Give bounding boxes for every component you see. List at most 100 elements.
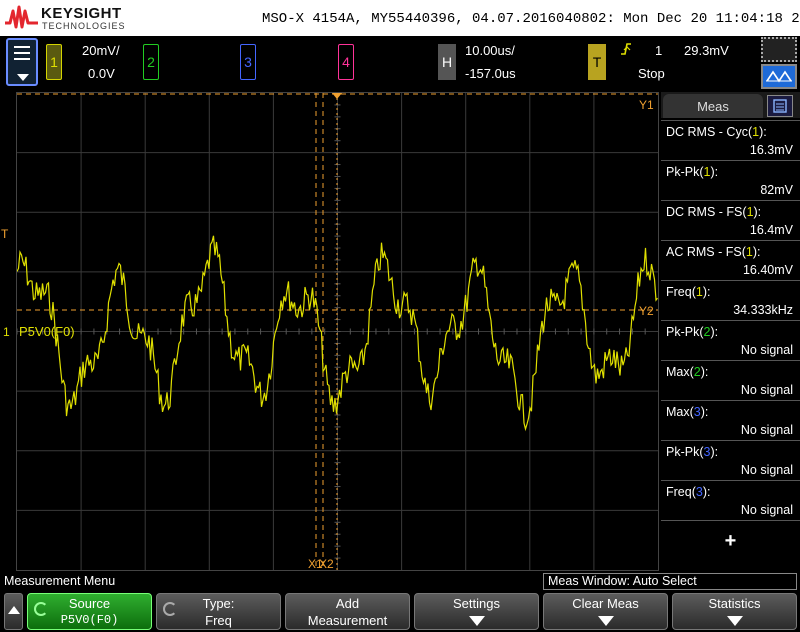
measurement-name: Freq(3): [666,485,710,499]
trigger-position-marker [332,93,342,99]
cursor-x2-label[interactable]: X2 [319,557,334,571]
measurement-name: Freq(1): [666,285,710,299]
measurement-name-suffix: ): [753,205,762,219]
measurement-name-suffix: ): [702,485,711,499]
softkey-source-value: P5V0(F0) [60,613,119,627]
measurement-name-text: Max( [666,405,694,419]
measurement-name-text: Freq( [666,485,696,499]
measurement-name-text: Pk-Pk( [666,165,704,179]
measurement-row[interactable]: Freq(3): No signal [661,480,800,520]
measurement-row[interactable]: Max(3): No signal [661,400,800,440]
measurement-name: Pk-Pk(3): [666,445,718,459]
trigger-source: 1 [655,43,663,58]
measurement-name: DC RMS - FS(1): [666,205,761,219]
channel-2-button[interactable]: 2 [143,44,159,80]
measurement-name-text: AC RMS - FS( [666,245,746,259]
measurement-name-text: Pk-Pk( [666,325,704,339]
softkey-source[interactable]: Source P5V0(F0) [27,593,152,630]
ch1-offset: 0.0V [88,66,115,81]
trigger-button[interactable]: T [588,44,606,80]
measurement-row[interactable]: Pk-Pk(2): No signal [661,320,800,360]
measurement-row[interactable]: DC RMS - Cyc(1): 16.3mV [661,120,800,160]
cursor-y1-label[interactable]: Y1 [639,98,654,112]
measurement-channel: 2 [693,365,701,379]
status-bar: 1 20mV/ 0.0V 2 3 4 H 10.00us/ -157.0us T… [0,36,800,92]
channel-1-button[interactable]: 1 [46,44,62,80]
meas-window-status: Meas Window: Auto Select [543,573,797,590]
softkey-statistics[interactable]: Statistics [672,593,797,630]
menu-title: Measurement Menu [4,574,116,588]
softkey-type-label: Type: [202,596,235,611]
measurement-name: Pk-Pk(1): [666,165,718,179]
waveform-icon [766,70,792,83]
measurement-row[interactable]: Max(2): No signal [661,360,800,400]
measurement-name-suffix: ): [710,165,719,179]
submenu-arrow-icon [726,616,743,626]
softkey-clear-meas[interactable]: Clear Meas [543,593,668,630]
brand-name: KEYSIGHT [41,5,122,22]
horizontal-button[interactable]: H [438,44,456,80]
ch1-ground-marker: 1 [3,325,10,339]
measurement-channel: 1 [695,285,703,299]
ch1-scale: 20mV/ [82,43,120,58]
measurement-panel: Meas DC RMS - Cyc(1): 16.3mV Pk-Pk(1): 82mV… [661,92,800,571]
measurement-name-text: DC RMS - FS( [666,205,747,219]
list-icon [773,99,787,113]
measurement-value: 82mV [760,183,793,197]
measurement-name-text: Pk-Pk( [666,445,704,459]
measurement-name: AC RMS - FS(1): [666,245,760,259]
measurement-value: No signal [740,503,793,517]
measurement-name: Max(3): [666,405,708,419]
measurement-channel: 1 [746,205,754,219]
softkey-source-label: Source [68,596,111,611]
measurement-value: No signal [740,343,793,357]
measurement-row[interactable]: Pk-Pk(1): 82mV [661,160,800,200]
measurement-name-text: Freq( [666,285,696,299]
measurement-value: 34.333kHz [733,303,793,317]
measurement-name-suffix: ): [710,325,719,339]
trace-label: P5V0(F0) [19,324,75,339]
measurement-name: Max(2): [666,365,708,379]
softkey-type-value: Freq [205,613,232,628]
measurement-value: No signal [740,383,793,397]
measurement-row[interactable]: Pk-Pk(3): No signal [661,440,800,480]
touch-select-button[interactable] [761,37,797,62]
measurement-name-suffix: ): [702,285,711,299]
horizontal-scale: 10.00us/ [465,43,515,58]
add-measurement-icon[interactable]: + [661,530,800,553]
measurement-row[interactable]: Freq(1): 34.333kHz [661,280,800,320]
keysight-logo: KEYSIGHT TECHNOLOGIES [4,3,134,33]
menu-icon [14,46,30,60]
softkey-type[interactable]: Type: Freq [156,593,281,630]
measurement-divider [661,520,800,521]
cursor-y2-label[interactable]: Y2 [639,304,654,318]
measurement-row[interactable]: AC RMS - FS(1): 16.40mV [661,240,800,280]
meas-list-button[interactable] [767,95,793,117]
meas-panel-header: Meas [661,92,800,118]
submenu-arrow-icon [468,616,485,626]
channel-3-button[interactable]: 3 [240,44,256,80]
instrument-title: MSO-X 4154A, MY55440396, 04.07.201604080… [262,11,800,27]
channel-4-button[interactable]: 4 [338,44,354,80]
measurement-name-suffix: ): [700,405,709,419]
measurement-channel: 1 [745,245,753,259]
waveform-mode-button[interactable] [761,64,797,89]
main-menu-button[interactable] [6,38,38,86]
brand-sub: TECHNOLOGIES [42,21,126,31]
softkey-add-measurement[interactable]: Add Measurement [285,593,410,630]
meas-tab[interactable]: Meas [663,94,763,118]
softkey-settings[interactable]: Settings [414,593,539,630]
submenu-arrow-icon [597,616,614,626]
rising-edge-icon [621,43,631,55]
measurement-name-suffix: ): [710,445,719,459]
measurement-value: No signal [740,423,793,437]
measurement-name-text: DC RMS - Cyc( [666,125,753,139]
graticule [17,93,658,570]
measurement-row[interactable]: DC RMS - FS(1): 16.4mV [661,200,800,240]
measurement-value: 16.4mV [749,223,793,237]
waveform-display[interactable]: T 1 P5V0(F0) Y1 Y2 X1 X2 [1,92,659,571]
run-status: Stop [638,66,665,81]
measurement-value: 16.3mV [749,143,793,157]
back-button[interactable] [4,593,23,630]
measurement-channel: 3 [693,405,701,419]
